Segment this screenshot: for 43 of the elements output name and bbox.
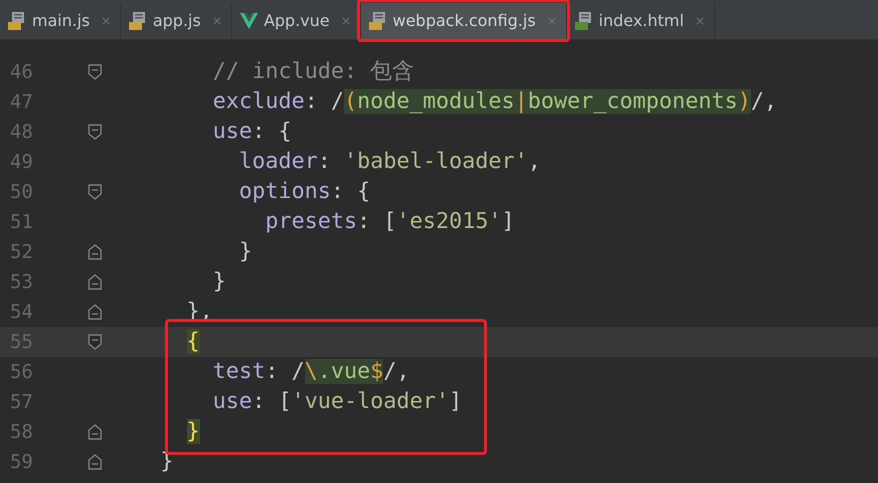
line-number: 53 — [10, 270, 34, 295]
vue-logo-icon — [240, 13, 258, 29]
code-text: } — [238, 238, 252, 266]
line-number: 54 — [10, 300, 34, 325]
code-text: test: /\.vue$/, — [212, 358, 410, 386]
fold-marker-icon[interactable] — [88, 244, 102, 260]
fold-marker-icon[interactable] — [88, 454, 102, 470]
code-text: exclude: /(node_modules|bower_components)/, — [212, 88, 778, 116]
line-number: 59 — [10, 450, 34, 475]
code-text: loader: 'babel-loader', — [238, 148, 541, 176]
code-text: use: { — [212, 118, 292, 146]
line-number: 48 — [10, 120, 34, 145]
code-text: { — [186, 328, 200, 356]
line-number: 58 — [10, 420, 34, 445]
fold-marker-icon[interactable] — [88, 124, 102, 140]
line-number: 52 — [10, 240, 34, 265]
fold-marker-icon[interactable] — [88, 184, 102, 200]
line-number: 47 — [10, 90, 34, 115]
file-icon — [574, 11, 593, 31]
line-number: 56 — [10, 360, 34, 385]
fold-marker-icon[interactable] — [88, 64, 102, 80]
line-number: 57 — [10, 390, 34, 415]
editor-tab[interactable]: main.js — [0, 3, 121, 39]
code-text: } — [186, 418, 200, 446]
code-text: options: { — [238, 178, 370, 206]
line-number: 51 — [10, 210, 34, 235]
fold-marker-icon[interactable] — [88, 304, 102, 320]
editor-tab[interactable]: App.vue — [232, 3, 361, 39]
file-icon — [8, 11, 26, 31]
fold-marker-icon[interactable] — [88, 334, 102, 350]
fold-marker-icon[interactable] — [88, 274, 102, 290]
code-text: presets: ['es2015'] — [264, 208, 515, 236]
code-text: // include: 包含 — [212, 58, 414, 86]
editor-tab[interactable]: index.html — [566, 3, 715, 39]
editor-tab[interactable]: app.js — [120, 3, 232, 39]
line-number: 46 — [10, 60, 34, 85]
line-number: 50 — [10, 180, 34, 205]
file-icon — [128, 11, 147, 31]
fold-marker-icon[interactable] — [88, 424, 102, 440]
line-number: 49 — [10, 150, 34, 175]
code-text: } — [212, 268, 226, 296]
file-icon — [368, 11, 387, 31]
code-text: use: ['vue-loader'] — [212, 388, 462, 416]
